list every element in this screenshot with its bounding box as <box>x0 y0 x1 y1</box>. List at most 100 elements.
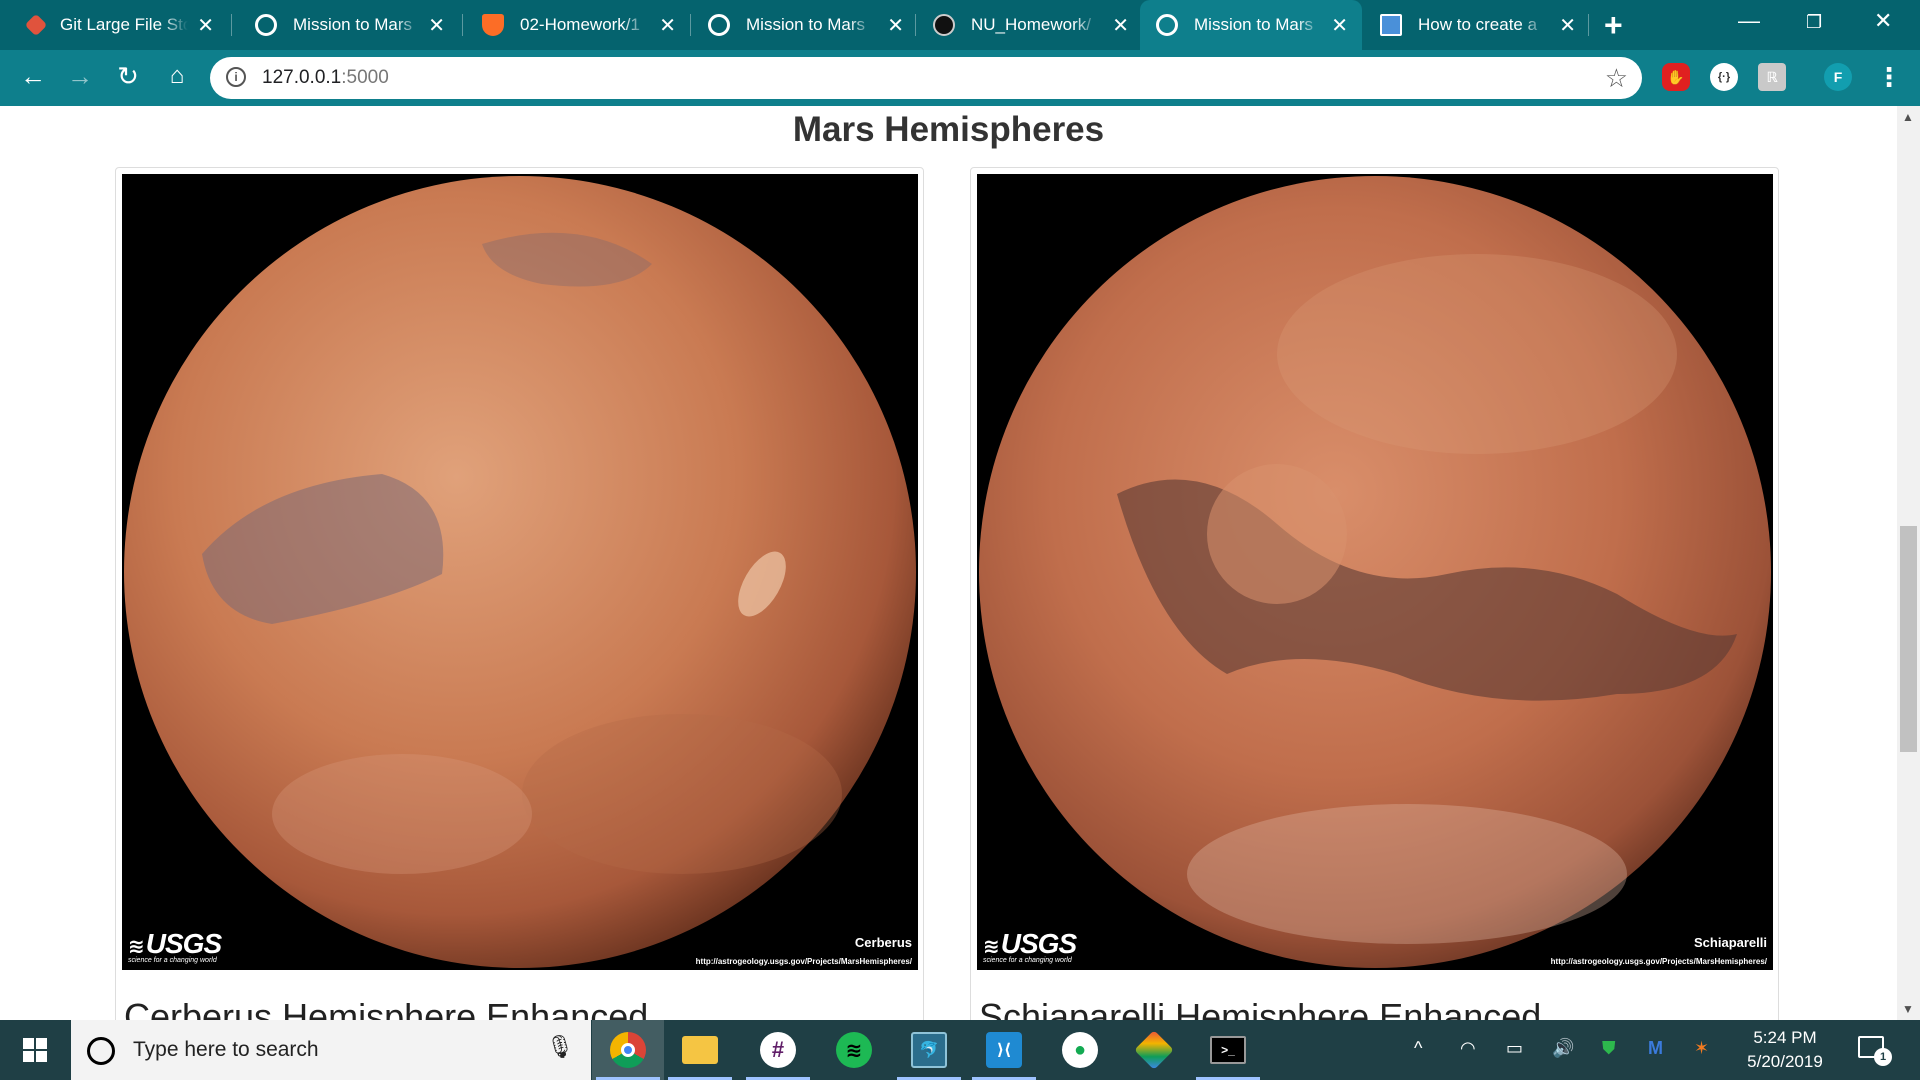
avast-icon[interactable]: ✶ <box>1694 1038 1709 1059</box>
close-icon[interactable]: ✕ <box>428 13 445 38</box>
usgs-logo: ≋USGS science for a changing world <box>983 928 1077 964</box>
image-label: Cerberus <box>854 935 912 950</box>
clock-time: 5:24 PM <box>1753 1028 1817 1047</box>
globe-icon <box>708 14 730 36</box>
tab-mission-to-mars[interactable]: Mission to Mars ✕ <box>690 0 918 50</box>
info-icon[interactable]: i <box>226 67 246 87</box>
windows-taskbar: Type here to search 🎙 # ≋ 🐬 ⟩⟨ ● >_ ^ ◠ … <box>0 1020 1920 1080</box>
close-window-button[interactable]: ✕ <box>1874 8 1892 34</box>
menu-icon[interactable]: ⋮ <box>1876 62 1902 93</box>
scroll-down-icon[interactable]: ▼ <box>1902 1002 1914 1016</box>
home-button[interactable]: ⌂ <box>160 62 194 90</box>
taskbar-chrome[interactable] <box>592 1020 664 1080</box>
hemisphere-title: Schiaparelli Hemisphere Enhanced <box>979 996 1542 1020</box>
github-icon <box>933 14 955 36</box>
back-button[interactable]: ← <box>16 61 50 92</box>
taskbar-search-box[interactable]: Type here to search 🎙 <box>71 1020 591 1080</box>
close-icon[interactable]: ✕ <box>1112 13 1129 38</box>
bookmark-star-icon[interactable]: ☆ <box>1605 63 1628 94</box>
clock-date: 5/20/2019 <box>1747 1052 1823 1071</box>
tab-mission-to-mars-active[interactable]: Mission to Mars ✕ <box>1140 0 1362 50</box>
malwarebytes-icon[interactable]: M <box>1648 1038 1663 1059</box>
file-explorer-icon <box>682 1036 718 1064</box>
scroll-up-icon[interactable]: ▲ <box>1902 110 1914 124</box>
taskbar-spotify[interactable]: ≋ <box>818 1020 890 1080</box>
hemisphere-image-cerberus[interactable]: ≋USGS science for a changing world Cerbe… <box>122 174 918 970</box>
taskbar-file-explorer[interactable] <box>664 1020 736 1080</box>
tab-gitlab-homework[interactable]: 02-Homework/1 ✕ <box>462 0 690 50</box>
close-icon[interactable]: ✕ <box>1331 13 1348 38</box>
taskbar-git-kraken[interactable] <box>1118 1020 1190 1080</box>
page-scrollbar[interactable]: ▲ ▼ <box>1897 106 1920 1020</box>
minimize-button[interactable]: — <box>1738 8 1760 34</box>
page-title: Mars Hemispheres <box>792 110 1105 149</box>
close-icon[interactable]: ✕ <box>659 13 676 38</box>
mysql-workbench-icon: 🐬 <box>911 1032 947 1068</box>
hemisphere-card-schiaparelli: ≋USGS science for a changing world Schia… <box>970 167 1779 1020</box>
url-text: 127.0.0.1:5000 <box>262 67 389 88</box>
forward-button[interactable]: → <box>63 61 97 92</box>
reload-button[interactable]: ↻ <box>111 61 145 92</box>
security-shield-icon[interactable]: ⛊ <box>1602 1038 1616 1059</box>
extension-puzzle-icon[interactable]: ℝ <box>1758 63 1786 91</box>
scrollbar-thumb[interactable] <box>1900 526 1917 752</box>
tab-strip: Git Large File Sto ✕ Mission to Mars ✕ 0… <box>0 0 1920 50</box>
taskbar-mysql-workbench[interactable]: 🐬 <box>893 1020 965 1080</box>
image-source-url: http://astrogeology.usgs.gov/Projects/Ma… <box>695 957 912 966</box>
globe-icon <box>255 14 277 36</box>
tab-title: Mission to Mars <box>746 15 866 34</box>
hemisphere-card-cerberus: ≋USGS science for a changing world Cerbe… <box>115 167 924 1020</box>
profile-avatar[interactable]: F <box>1824 63 1852 91</box>
page-icon <box>1380 14 1402 36</box>
notification-count: 1 <box>1874 1048 1892 1066</box>
spotify-icon: ≋ <box>836 1032 872 1068</box>
image-label: Schiaparelli <box>1694 935 1767 950</box>
address-bar[interactable]: i 127.0.0.1:5000 ☆ <box>210 57 1642 99</box>
slack-icon: # <box>760 1032 796 1068</box>
gitlab-icon <box>482 14 504 36</box>
tab-how-to-create[interactable]: How to create a ✕ <box>1362 0 1590 50</box>
globe-icon <box>1156 14 1178 36</box>
tab-title: NU_Homework/ <box>971 15 1091 34</box>
mars-globe-cerberus <box>124 176 916 968</box>
page-viewport: Mars Hemispheres ≋USGS science for a cha… <box>0 106 1897 1020</box>
image-source-url: http://astrogeology.usgs.gov/Projects/Ma… <box>1550 957 1767 966</box>
terminal-icon: >_ <box>1210 1036 1246 1064</box>
tab-git-lfs[interactable]: Git Large File Sto ✕ <box>0 0 228 50</box>
mars-globe-schiaparelli <box>979 176 1771 968</box>
hemisphere-image-schiaparelli[interactable]: ≋USGS science for a changing world Schia… <box>977 174 1773 970</box>
taskbar-slack[interactable]: # <box>742 1020 814 1080</box>
taskbar-terminal[interactable]: >_ <box>1192 1020 1264 1080</box>
tab-mission-to-mars[interactable]: Mission to Mars ✕ <box>231 0 459 50</box>
microphone-icon[interactable]: 🎙 <box>546 1034 574 1060</box>
close-icon[interactable]: ✕ <box>887 13 904 38</box>
volume-icon[interactable]: 🔊 <box>1552 1038 1574 1059</box>
tab-title: 02-Homework/1 <box>520 15 640 34</box>
extension-icon[interactable]: {·} <box>1710 63 1738 91</box>
windows-start-button[interactable] <box>0 1020 70 1080</box>
wifi-icon[interactable]: ◠ <box>1460 1038 1476 1059</box>
system-clock[interactable]: 5:24 PM 5/20/2019 <box>1730 1026 1840 1074</box>
vscode-icon: ⟩⟨ <box>986 1032 1022 1068</box>
taskbar-vscode[interactable]: ⟩⟨ <box>968 1020 1040 1080</box>
git-lfs-icon <box>24 13 48 37</box>
browser-toolbar: ← → ↻ ⌂ i 127.0.0.1:5000 ☆ ✋ {·} ℝ F ⋮ <box>0 50 1920 106</box>
battery-icon[interactable]: ▭ <box>1506 1038 1523 1059</box>
taskbar-mongodb-compass[interactable]: ● <box>1044 1020 1116 1080</box>
tab-title: Mission to Mars <box>293 15 413 34</box>
close-icon[interactable]: ✕ <box>197 13 214 38</box>
tab-title: Git Large File Sto <box>60 15 188 34</box>
search-placeholder: Type here to search <box>133 1038 319 1061</box>
restore-button[interactable]: ❐ <box>1806 12 1822 33</box>
tab-title: Mission to Mars <box>1194 15 1314 34</box>
close-icon[interactable]: ✕ <box>1559 13 1576 38</box>
action-center-icon[interactable]: 1 <box>1858 1036 1892 1066</box>
show-hidden-icons-button[interactable]: ^ <box>1414 1038 1422 1059</box>
tab-github-homework[interactable]: NU_Homework/ ✕ <box>915 0 1143 50</box>
mongodb-compass-icon: ● <box>1062 1032 1098 1068</box>
tab-title: How to create a <box>1418 15 1538 34</box>
new-tab-button[interactable]: + <box>1604 7 1623 44</box>
adblock-extension-icon[interactable]: ✋ <box>1662 63 1690 91</box>
chrome-icon <box>610 1032 646 1068</box>
hemisphere-title: Cerberus Hemisphere Enhanced <box>124 996 649 1020</box>
